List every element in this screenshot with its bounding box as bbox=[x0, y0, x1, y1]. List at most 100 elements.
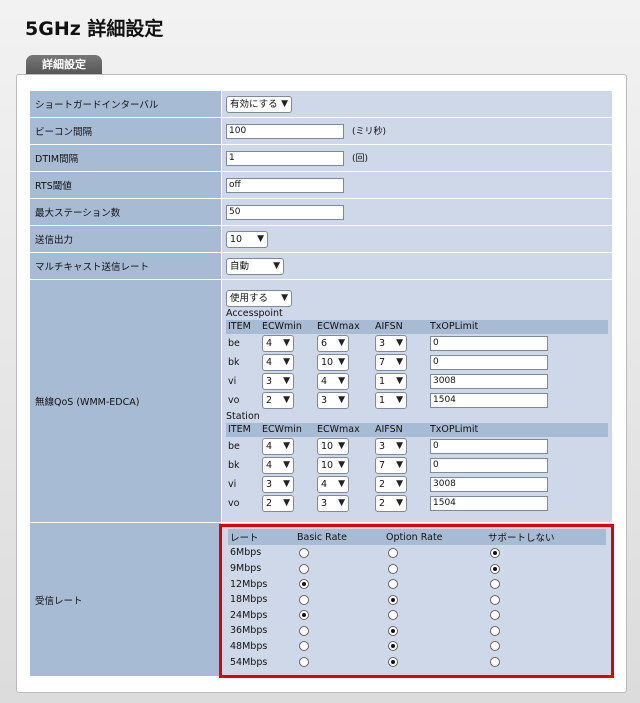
chevron-down-icon: ▼ bbox=[338, 478, 345, 489]
aifsn-select[interactable]: 7 ▼ bbox=[375, 353, 407, 371]
aifsn-select[interactable]: 7 ▼ bbox=[375, 456, 407, 474]
qos-row: vo 2 ▼ 3 ▼ 1 ▼ 1504 bbox=[226, 391, 608, 410]
chevron-down-icon: ▼ bbox=[281, 98, 288, 109]
rate-row: 48Mbps bbox=[228, 639, 606, 655]
aifsn-select[interactable]: 3 ▼ bbox=[375, 437, 407, 455]
beacon-unit: (ミリ秒) bbox=[352, 126, 387, 137]
ecwmax-select[interactable]: 10 ▼ bbox=[317, 437, 349, 455]
basic-rate-radio[interactable] bbox=[299, 657, 309, 668]
dtim-input[interactable]: 1 bbox=[226, 150, 344, 166]
qos-row: vi 3 ▼ 4 ▼ 1 ▼ 3008 bbox=[226, 372, 608, 391]
option-rate-radio[interactable] bbox=[388, 579, 398, 590]
txop-input[interactable]: 1504 bbox=[430, 495, 548, 511]
basic-rate-radio[interactable] bbox=[299, 579, 309, 590]
chevron-down-icon: ▼ bbox=[273, 260, 280, 271]
col-option-rate: Option Rate bbox=[384, 529, 486, 546]
col-ecwmin: ECWmin bbox=[260, 319, 315, 334]
txop-input[interactable]: 0 bbox=[430, 335, 548, 351]
ecwmin-select[interactable]: 4 ▼ bbox=[262, 437, 294, 455]
basic-rate-radio[interactable] bbox=[299, 547, 309, 558]
chevron-down-icon: ▼ bbox=[283, 375, 290, 386]
chevron-down-icon: ▼ bbox=[396, 394, 403, 405]
rx-rate-table: レート Basic Rate Option Rate サポートしない 6Mbps… bbox=[228, 529, 606, 670]
unsupported-radio[interactable] bbox=[490, 641, 500, 652]
accesspoint-title: Accesspoint bbox=[226, 307, 283, 319]
rate-value: 36Mbps bbox=[230, 625, 268, 637]
aifsn-select[interactable]: 2 ▼ bbox=[375, 475, 407, 493]
qos-row: be 4 ▼ 6 ▼ 3 ▼ 0 bbox=[226, 334, 608, 353]
rate-value: 18Mbps bbox=[230, 594, 268, 606]
basic-rate-radio[interactable] bbox=[299, 563, 309, 574]
aifsn-select[interactable]: 1 ▼ bbox=[375, 372, 407, 390]
ecwmin-select[interactable]: 4 ▼ bbox=[262, 353, 294, 371]
unsupported-radio[interactable] bbox=[490, 563, 500, 574]
tx-power-select[interactable]: 10 ▼ bbox=[226, 230, 268, 248]
chevron-down-icon: ▼ bbox=[338, 356, 345, 367]
option-rate-radio[interactable] bbox=[388, 657, 398, 668]
ecwmin-select[interactable]: 2 ▼ bbox=[262, 391, 294, 409]
ecwmax-select[interactable]: 4 ▼ bbox=[317, 475, 349, 493]
max-station-input[interactable]: 50 bbox=[226, 204, 344, 220]
aifsn-select[interactable]: 2 ▼ bbox=[375, 494, 407, 512]
unsupported-radio[interactable] bbox=[490, 579, 500, 590]
rx-rate-label: 受信レート bbox=[29, 522, 222, 677]
ecwmin-select[interactable]: 2 ▼ bbox=[262, 494, 294, 512]
unsupported-radio[interactable] bbox=[490, 657, 500, 668]
unsupported-radio[interactable] bbox=[490, 610, 500, 621]
col-aifsn: AIFSN bbox=[373, 422, 428, 437]
rate-row: 18Mbps bbox=[228, 592, 606, 608]
qos-item: vo bbox=[228, 497, 240, 509]
option-rate-radio[interactable] bbox=[388, 610, 398, 621]
chevron-down-icon: ▼ bbox=[283, 356, 290, 367]
chevron-down-icon: ▼ bbox=[396, 497, 403, 508]
chevron-down-icon: ▼ bbox=[283, 394, 290, 405]
rate-value: 24Mbps bbox=[230, 609, 268, 621]
ecwmin-select[interactable]: 4 ▼ bbox=[262, 334, 294, 352]
ecwmax-select[interactable]: 4 ▼ bbox=[317, 372, 349, 390]
basic-rate-radio[interactable] bbox=[299, 594, 309, 605]
aifsn-select[interactable]: 1 ▼ bbox=[375, 391, 407, 409]
ecwmin-select[interactable]: 4 ▼ bbox=[262, 456, 294, 474]
txop-input[interactable]: 1504 bbox=[430, 392, 548, 408]
col-ecwmin: ECWmin bbox=[260, 422, 315, 437]
txop-input[interactable]: 3008 bbox=[430, 373, 548, 389]
option-rate-radio[interactable] bbox=[388, 563, 398, 574]
tab-advanced-settings[interactable]: 詳細設定 bbox=[26, 55, 102, 75]
multicast-select[interactable]: 自動 ▼ bbox=[226, 257, 284, 275]
accesspoint-table: ITEM ECWmin ECWmax AIFSN TxOPLimit be 4 ▼ 6… bbox=[226, 319, 608, 410]
beacon-input[interactable]: 100 bbox=[226, 123, 344, 139]
ecwmax-select[interactable]: 3 ▼ bbox=[317, 391, 349, 409]
chevron-down-icon: ▼ bbox=[396, 356, 403, 367]
txop-input[interactable]: 0 bbox=[430, 457, 548, 473]
settings-table: ショートガードインターバル 有効にする ▼ ビーコン間隔 100 (ミリ秒) DTI… bbox=[29, 90, 613, 677]
ecwmax-select[interactable]: 6 ▼ bbox=[317, 334, 349, 352]
option-rate-radio[interactable] bbox=[388, 594, 398, 605]
basic-rate-radio[interactable] bbox=[299, 610, 309, 621]
basic-rate-radio[interactable] bbox=[299, 641, 309, 652]
option-rate-radio[interactable] bbox=[388, 625, 398, 636]
ecwmin-select[interactable]: 3 ▼ bbox=[262, 372, 294, 390]
col-aifsn: AIFSN bbox=[373, 319, 428, 334]
unsupported-radio[interactable] bbox=[490, 625, 500, 636]
option-rate-radio[interactable] bbox=[388, 641, 398, 652]
ecwmax-select[interactable]: 10 ▼ bbox=[317, 353, 349, 371]
txop-input[interactable]: 3008 bbox=[430, 476, 548, 492]
ecwmax-select[interactable]: 10 ▼ bbox=[317, 456, 349, 474]
aifsn-select[interactable]: 3 ▼ bbox=[375, 334, 407, 352]
ecwmin-select[interactable]: 3 ▼ bbox=[262, 475, 294, 493]
qos-item: vi bbox=[228, 478, 237, 490]
unsupported-radio[interactable] bbox=[490, 594, 500, 605]
basic-rate-radio[interactable] bbox=[299, 625, 309, 636]
col-ecwmax: ECWmax bbox=[315, 422, 373, 437]
ecwmax-select[interactable]: 3 ▼ bbox=[317, 494, 349, 512]
qos-enable-select[interactable]: 使用する ▼ bbox=[226, 289, 292, 307]
qos-item: vo bbox=[228, 394, 240, 406]
unsupported-radio[interactable] bbox=[490, 547, 500, 558]
txop-input[interactable]: 0 bbox=[430, 438, 548, 454]
short-guard-select[interactable]: 有効にする ▼ bbox=[226, 95, 292, 113]
option-rate-radio[interactable] bbox=[388, 547, 398, 558]
txop-input[interactable]: 0 bbox=[430, 354, 548, 370]
rts-input[interactable]: off bbox=[226, 177, 344, 193]
rate-row: 36Mbps bbox=[228, 623, 606, 639]
rate-value: 54Mbps bbox=[230, 656, 268, 668]
